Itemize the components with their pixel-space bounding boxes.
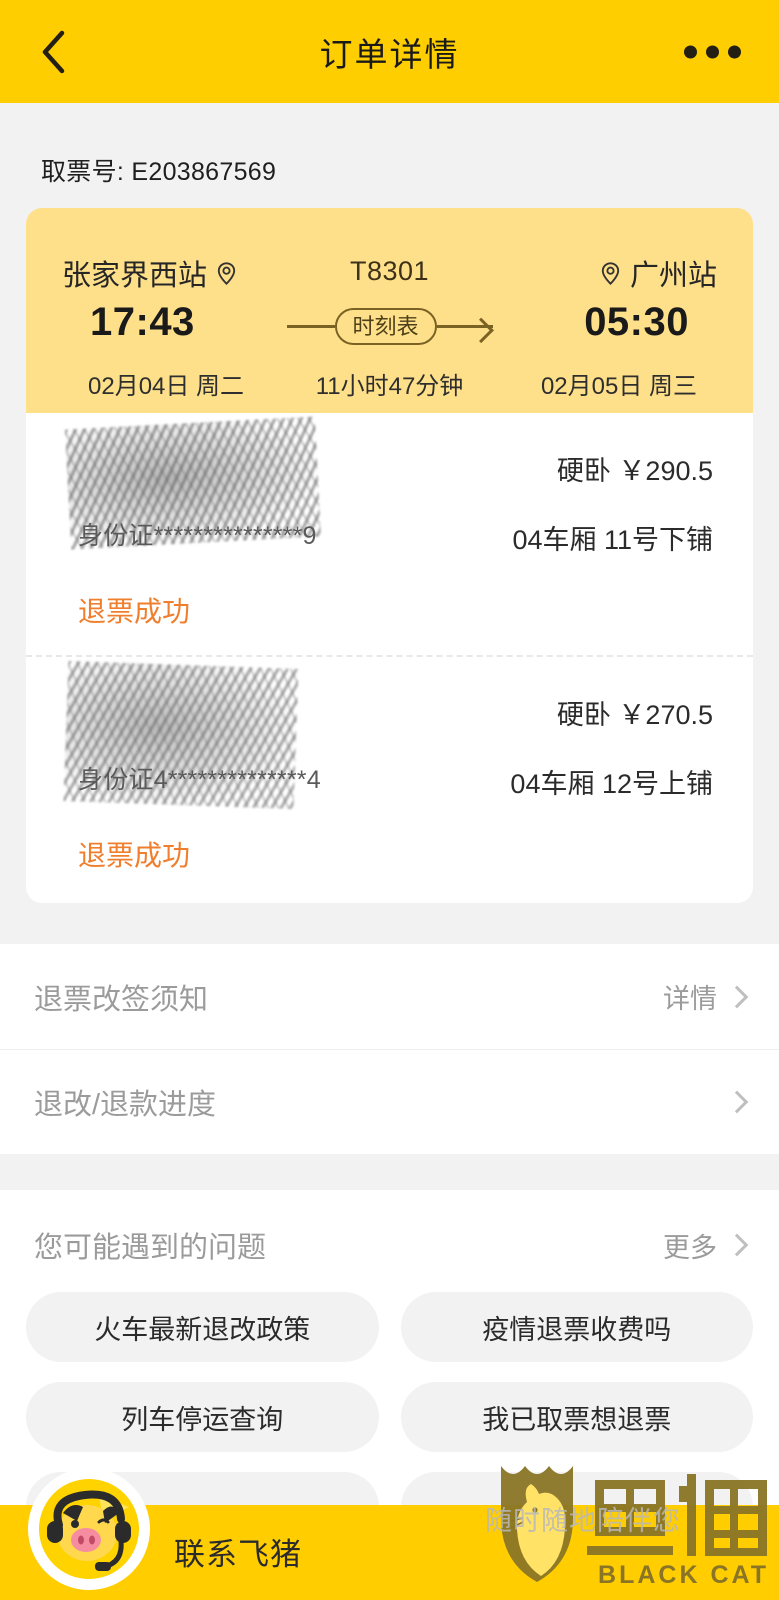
passenger-id-number: 身份证4**************4 xyxy=(78,766,321,794)
row-label: 退改/退款进度 xyxy=(34,1089,217,1121)
arrival-station-label: 广州站 xyxy=(629,260,717,292)
row-refund-progress[interactable]: 退改/退款进度 xyxy=(0,1049,779,1154)
more-dots-icon xyxy=(706,45,719,58)
departure-time: 17:43 xyxy=(90,300,195,344)
faq-chip[interactable]: 疫情退票收费吗 xyxy=(400,1292,753,1362)
trip-duration: 11小时47分钟 xyxy=(315,373,464,400)
faq-chip[interactable]: 我已取票想退票 xyxy=(400,1382,753,1452)
more-dots-icon xyxy=(684,45,697,58)
faq-chip[interactable]: 火车最新退改政策 xyxy=(26,1292,379,1362)
pickup-number: 取票号: E203867569 xyxy=(41,158,277,186)
back-button[interactable] xyxy=(30,29,76,75)
passenger-id-number: 身份证***************9 xyxy=(78,522,317,550)
chevron-right-icon xyxy=(725,1233,749,1257)
departure-station: 张家界西站 xyxy=(62,252,239,294)
arrival-date: 02月05日 周三 xyxy=(540,373,697,400)
page-title: 订单详情 xyxy=(319,35,460,73)
faq-more-label: 更多 xyxy=(663,1232,717,1263)
row-right-area: 详情 xyxy=(663,977,749,1016)
faq-header: 您可能遇到的问题 更多 xyxy=(0,1190,779,1276)
fliggy-pig-headset-icon xyxy=(37,1477,141,1581)
trip-summary-card: 张家界西站 T8301 广州站 17:43 05:30 时刻表 02月04日 周… xyxy=(26,208,753,413)
train-number: T8301 xyxy=(349,256,430,286)
row-refund-policy[interactable]: 退票改签须知 详情 xyxy=(0,944,779,1049)
chevron-right-icon xyxy=(725,985,749,1008)
faq-more-button[interactable]: 更多 xyxy=(663,1226,749,1265)
row-label: 退票改签须知 xyxy=(34,983,209,1016)
faq-chip[interactable]: 列车停运查询 xyxy=(26,1382,379,1452)
seat-type-and-price: 硬卧 ￥270.5 xyxy=(556,700,713,730)
departure-date: 02月04日 周二 xyxy=(88,373,245,400)
info-rows-group: 退票改签须知 详情 退改/退款进度 xyxy=(0,944,779,1154)
row-value: 详情 xyxy=(663,984,717,1014)
seat-position: 04车厢 12号上铺 xyxy=(510,769,713,799)
departure-station-label: 张家界西站 xyxy=(62,260,208,292)
faq-title: 您可能遇到的问题 xyxy=(34,1232,267,1264)
arrival-time: 05:30 xyxy=(584,300,689,344)
arrow-right-icon xyxy=(436,320,493,334)
location-pin-icon xyxy=(217,261,236,285)
more-menu-button[interactable] xyxy=(672,33,753,70)
app-header: 订单详情 xyxy=(0,0,779,103)
schedule-button[interactable]: 时刻表 xyxy=(286,308,493,346)
seat-position: 04车厢 11号下铺 xyxy=(512,525,713,555)
more-dots-icon xyxy=(728,45,741,58)
passenger-row[interactable]: 身份证4**************4 退票成功 硬卧 ￥270.5 04车厢 … xyxy=(26,655,753,897)
passenger-list-card: 身份证***************9 退票成功 硬卧 ￥290.5 04车厢 … xyxy=(26,413,753,903)
chevron-left-icon xyxy=(38,29,68,75)
schedule-chip-label: 时刻表 xyxy=(334,308,437,346)
order-detail-page: 订单详情 取票号: E203867569 张家界西站 T8301 广州站 17: xyxy=(0,0,779,1600)
row-right-area xyxy=(717,1090,749,1114)
location-pin-icon xyxy=(601,261,620,285)
chevron-right-icon xyxy=(725,1090,749,1114)
faq-section: 您可能遇到的问题 更多 火车最新退改政策 疫情退票收费吗 列车停运查询 我已取票… xyxy=(0,1190,779,1542)
arrival-station: 广州站 xyxy=(598,252,717,294)
fliggy-pig-avatar[interactable] xyxy=(28,1468,150,1590)
schedule-line-left xyxy=(286,325,335,329)
refund-status-badge: 退票成功 xyxy=(78,596,191,627)
refund-status-badge: 退票成功 xyxy=(78,840,191,871)
seat-type-and-price: 硬卧 ￥290.5 xyxy=(556,456,713,486)
passenger-row[interactable]: 身份证***************9 退票成功 硬卧 ￥290.5 04车厢 … xyxy=(26,413,753,655)
contact-fliggy-label: 联系飞猪 xyxy=(174,1537,302,1572)
